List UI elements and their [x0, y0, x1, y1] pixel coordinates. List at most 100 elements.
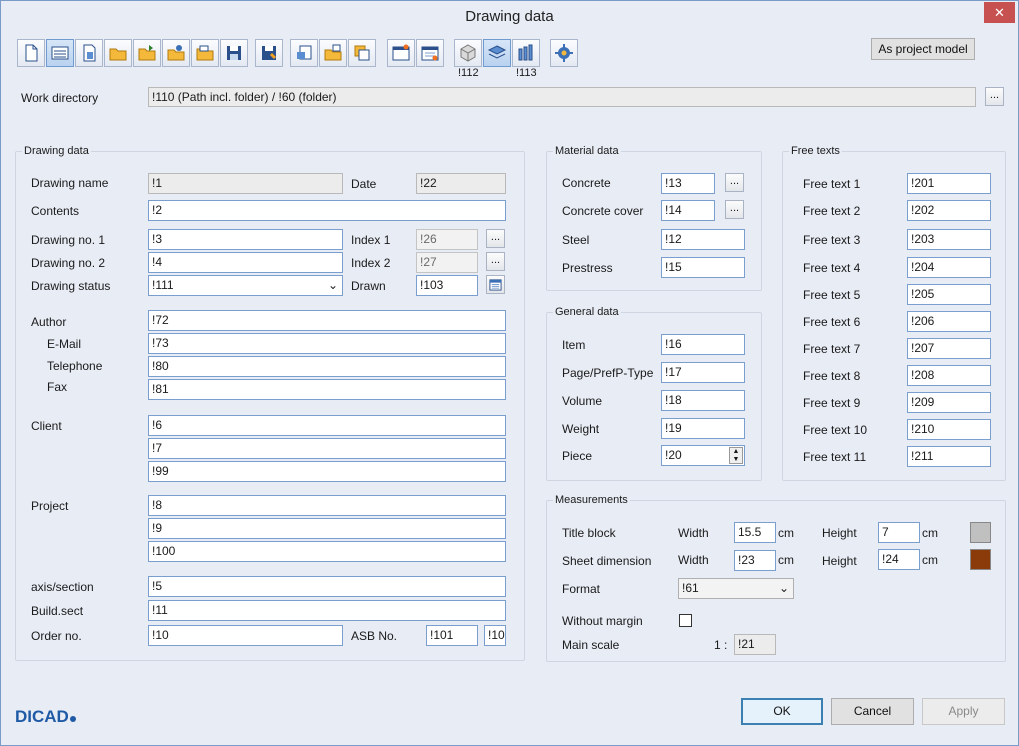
piece-stepper[interactable]: !20 ▲ ▼	[661, 445, 745, 466]
concrete-cover-field[interactable]: !14	[661, 200, 715, 221]
project-field-3[interactable]: !100	[148, 541, 506, 562]
concrete-browse-button[interactable]: ...	[725, 173, 744, 192]
weight-field[interactable]: !19	[661, 418, 745, 439]
drawing-no2-field[interactable]: !4	[148, 252, 343, 273]
work-directory-browse-button[interactable]: ...	[985, 87, 1004, 106]
copy-layers-icon[interactable]	[348, 39, 376, 67]
free-text-field-3[interactable]: !203	[907, 229, 991, 250]
asb-no-field-2[interactable]: !102	[484, 625, 506, 646]
author-field[interactable]: !72	[148, 310, 506, 331]
free-text-field-1[interactable]: !201	[907, 173, 991, 194]
free-text-label-7: Free text 7	[803, 342, 861, 356]
index2-browse-button[interactable]: ...	[486, 252, 505, 271]
telephone-field[interactable]: !80	[148, 356, 506, 377]
calendar-icon[interactable]	[486, 275, 505, 294]
window-icon[interactable]	[387, 39, 415, 67]
index1-field: !26	[416, 229, 478, 250]
asb-no-field-1[interactable]: !101	[426, 625, 478, 646]
item-field[interactable]: !16	[661, 334, 745, 355]
steel-label: Steel	[562, 233, 590, 247]
free-text-field-7[interactable]: !207	[907, 338, 991, 359]
free-text-field-2[interactable]: !202	[907, 200, 991, 221]
free-text-label-3: Free text 3	[803, 233, 861, 247]
concrete-cover-browse-button[interactable]: ...	[725, 200, 744, 219]
print-preview-icon[interactable]	[75, 39, 103, 67]
import-folder-icon[interactable]	[319, 39, 347, 67]
title-block-label: Title block	[562, 526, 616, 540]
drawn-field[interactable]: !103	[416, 275, 478, 296]
free-text-field-8[interactable]: !208	[907, 365, 991, 386]
free-text-label-9: Free text 9	[803, 396, 861, 410]
export-icon[interactable]	[290, 39, 318, 67]
project-field-2[interactable]: !9	[148, 518, 506, 539]
toolbar-caption-113: !113	[516, 67, 537, 79]
client-field-2[interactable]: !7	[148, 438, 506, 459]
free-text-field-4[interactable]: !204	[907, 257, 991, 278]
author-label: Author	[31, 315, 67, 329]
close-button[interactable]: ✕	[984, 2, 1015, 23]
new-document-icon[interactable]	[17, 39, 45, 67]
spin-arrows-icon[interactable]: ▲ ▼	[729, 447, 743, 464]
concrete-field[interactable]: !13	[661, 173, 715, 194]
ok-button[interactable]: OK	[741, 698, 823, 725]
drawing-status-value: !111	[152, 278, 174, 292]
index1-label: Index 1	[351, 233, 391, 247]
cube-icon[interactable]	[454, 39, 482, 67]
layers-icon[interactable]	[483, 39, 511, 67]
contents-field[interactable]: !2	[148, 200, 506, 221]
open-folder-icon[interactable]	[104, 39, 132, 67]
piece-label: Piece	[562, 449, 593, 463]
sheet-color-swatch[interactable]	[970, 549, 991, 570]
drawing-no1-field[interactable]: !3	[148, 229, 343, 250]
sheet-width-field[interactable]: !23	[734, 550, 776, 571]
item-label: Item	[562, 338, 586, 352]
open-folder-users-icon[interactable]	[162, 39, 190, 67]
logo-dot	[69, 716, 76, 722]
client-field-3[interactable]: !99	[148, 461, 506, 482]
open-folder-special-icon[interactable]	[191, 39, 219, 67]
sheet-height-field[interactable]: !24	[878, 549, 920, 570]
format-select[interactable]: !61 ⌄	[678, 578, 794, 599]
prestress-field[interactable]: !15	[661, 257, 745, 278]
order-no-field[interactable]: !10	[148, 625, 343, 646]
free-text-label-8: Free text 8	[803, 369, 861, 383]
email-field[interactable]: !73	[148, 333, 506, 354]
without-margin-checkbox[interactable]	[679, 614, 692, 627]
fax-field[interactable]: !81	[148, 379, 506, 400]
project-field-1[interactable]: !8	[148, 495, 506, 516]
columns-icon[interactable]	[512, 39, 540, 67]
axis-section-field[interactable]: !5	[148, 576, 506, 597]
free-text-field-10[interactable]: !210	[907, 419, 991, 440]
toolbar-caption-112: !112	[458, 67, 479, 79]
open-folder-import-icon[interactable]	[133, 39, 161, 67]
date-label: Date	[351, 177, 377, 191]
title-block-width-field[interactable]: 15.5	[734, 522, 776, 543]
free-text-field-11[interactable]: !211	[907, 446, 991, 467]
save-icon[interactable]	[220, 39, 248, 67]
client-field-1[interactable]: !6	[148, 415, 506, 436]
logo-text: DICAD	[15, 707, 69, 726]
without-margin-label: Without margin	[562, 614, 643, 628]
cancel-button[interactable]: Cancel	[831, 698, 914, 725]
as-project-model-button[interactable]: As project model	[871, 38, 975, 60]
general-data-group-title: General data	[553, 306, 621, 318]
save-as-icon[interactable]	[255, 39, 283, 67]
build-sect-field[interactable]: !11	[148, 600, 506, 621]
list-view-icon[interactable]	[46, 39, 74, 67]
concrete-label: Concrete	[562, 176, 611, 190]
index1-browse-button[interactable]: ...	[486, 229, 505, 248]
drawing-status-select[interactable]: !111 ⌄	[148, 275, 343, 296]
free-text-field-6[interactable]: !206	[907, 311, 991, 332]
title-block-color-swatch[interactable]	[970, 522, 991, 543]
steel-field[interactable]: !12	[661, 229, 745, 250]
window-settings-icon[interactable]	[416, 39, 444, 67]
page-type-field[interactable]: !17	[661, 362, 745, 383]
gear-icon[interactable]	[550, 39, 578, 67]
free-text-field-5[interactable]: !205	[907, 284, 991, 305]
free-text-field-9[interactable]: !209	[907, 392, 991, 413]
volume-field[interactable]: !18	[661, 390, 745, 411]
drawing-no2-label: Drawing no. 2	[31, 256, 106, 270]
apply-button[interactable]: Apply	[922, 698, 1005, 725]
sheet-dimension-label: Sheet dimension	[562, 554, 652, 568]
title-block-height-field[interactable]: 7	[878, 522, 920, 543]
